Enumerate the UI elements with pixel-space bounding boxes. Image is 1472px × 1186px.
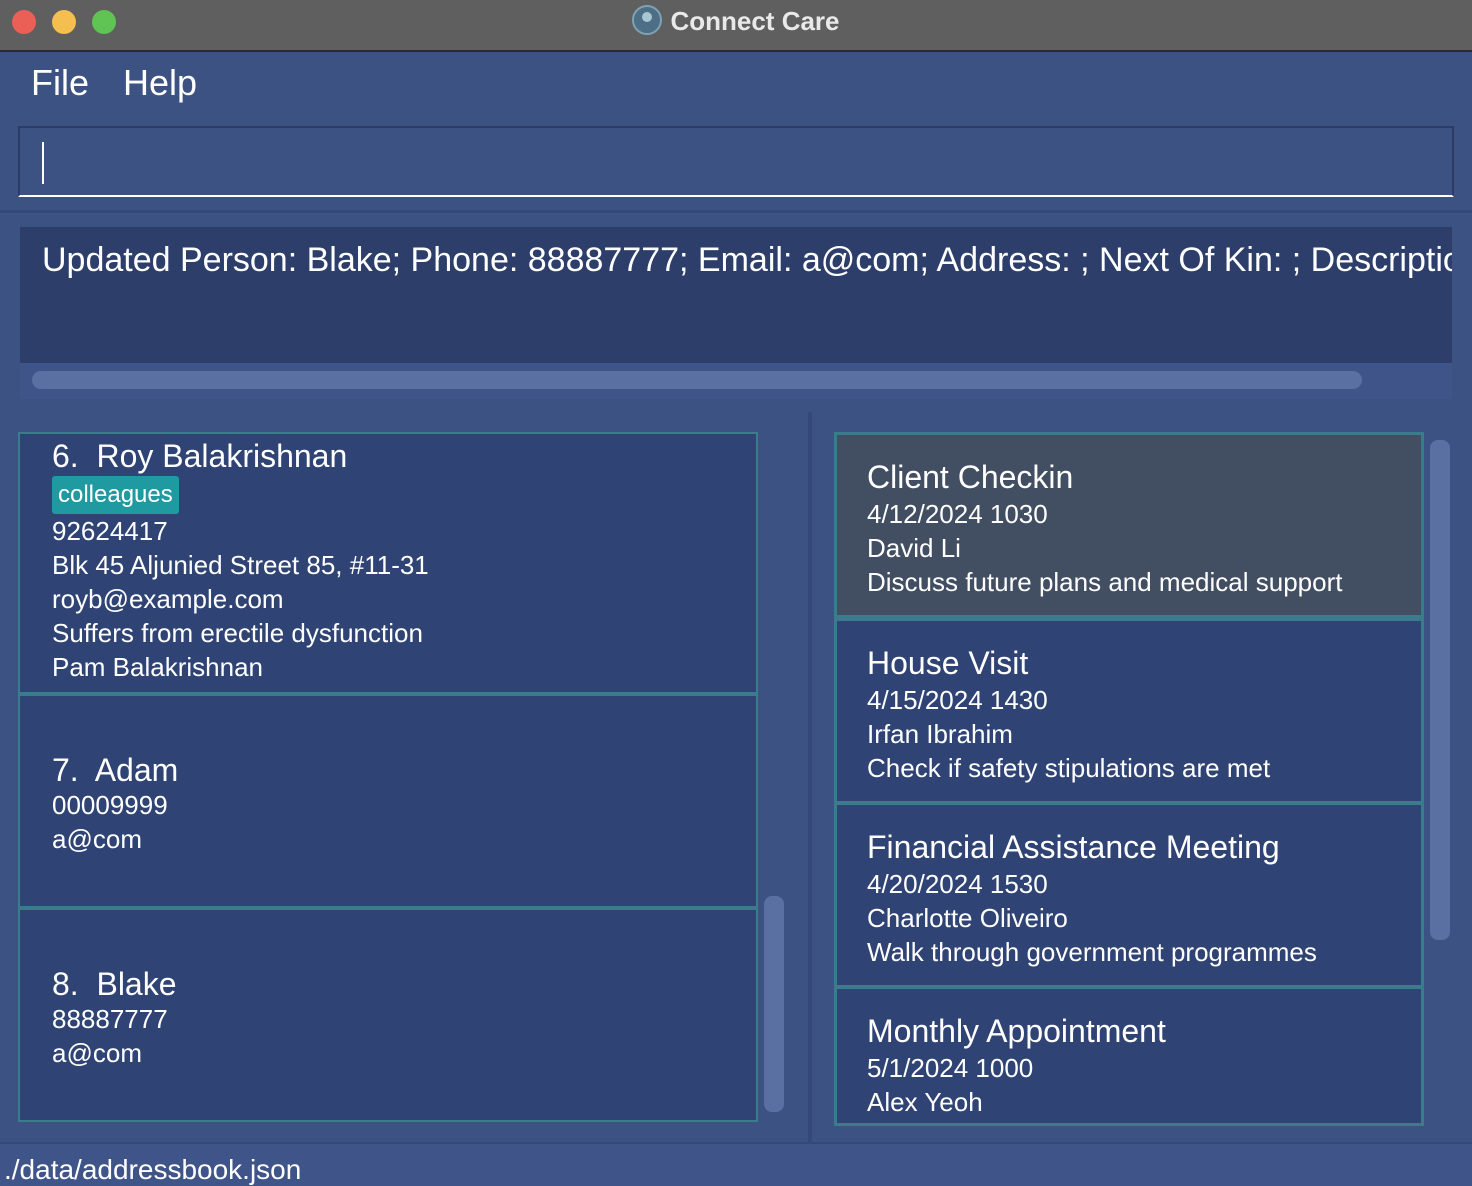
- menu-file[interactable]: File: [31, 62, 89, 104]
- person-next-of-kin: Pam Balakrishnan: [52, 652, 263, 682]
- person-card[interactable]: 7. Adam 00009999 a@com: [18, 694, 758, 908]
- appointment-person: Charlotte Oliveiro: [867, 903, 1068, 933]
- window-title-text: Connect Care: [670, 6, 840, 36]
- result-horizontal-scrollbar[interactable]: [20, 363, 1452, 399]
- result-scrollbar-thumb[interactable]: [32, 371, 1362, 389]
- person-description: Suffers from erectile dysfunction: [52, 618, 423, 648]
- appointment-card[interactable]: Client Checkin 4/12/2024 1030 David Li D…: [834, 432, 1424, 618]
- person-phone: 00009999: [52, 790, 168, 820]
- appointment-title: Monthly Appointment: [867, 1013, 1166, 1049]
- menu-bar: File Help: [0, 52, 1472, 114]
- appointment-description: Walk through government programmes: [867, 937, 1317, 967]
- person-phone: 92624417: [52, 516, 168, 546]
- person-name: 8. Blake: [52, 966, 177, 1003]
- person-name-text: Blake: [96, 966, 177, 1002]
- appointment-card[interactable]: Financial Assistance Meeting 4/20/2024 1…: [834, 802, 1424, 988]
- appointment-list-scrollbar[interactable]: [1430, 440, 1450, 940]
- person-index: 8.: [52, 966, 79, 1002]
- person-name-text: Roy Balakrishnan: [96, 438, 348, 474]
- appointment-person: Irfan Ibrahim: [867, 719, 1013, 749]
- appointment-person: David Li: [867, 533, 961, 563]
- person-card[interactable]: 6. Roy Balakrishnan colleagues 92624417 …: [18, 432, 758, 694]
- command-input[interactable]: [18, 126, 1454, 197]
- result-panel: Updated Person: Blake; Phone: 88887777; …: [0, 210, 1472, 411]
- appointment-title: Financial Assistance Meeting: [867, 829, 1280, 865]
- appointment-list-panel: Client Checkin 4/12/2024 1030 David Li D…: [812, 412, 1472, 1142]
- appointment-card[interactable]: House Visit 4/15/2024 1430 Irfan Ibrahim…: [834, 618, 1424, 804]
- person-email: a@com: [52, 1038, 142, 1068]
- person-name: 6. Roy Balakrishnan: [52, 438, 347, 475]
- result-text: Updated Person: Blake; Phone: 88887777; …: [42, 241, 1452, 279]
- result-display: Updated Person: Blake; Phone: 88887777; …: [20, 227, 1452, 363]
- status-bar: ./data/addressbook.json: [0, 1142, 1472, 1186]
- person-list-panel: 6. Roy Balakrishnan colleagues 92624417 …: [0, 412, 812, 1142]
- person-email: royb@example.com: [52, 584, 284, 614]
- person-address: Blk 45 Aljunied Street 85, #11-31: [52, 550, 429, 580]
- person-list-scrollbar[interactable]: [764, 896, 784, 1112]
- save-location: ./data/addressbook.json: [4, 1154, 302, 1185]
- window-titlebar: Connect Care: [0, 0, 1472, 52]
- window-title: Connect Care: [0, 5, 1472, 38]
- person-card[interactable]: 8. Blake 88887777 a@com: [18, 908, 758, 1122]
- person-name-text: Adam: [94, 752, 179, 788]
- appointment-card[interactable]: Monthly Appointment 5/1/2024 1000 Alex Y…: [834, 986, 1424, 1126]
- person-index: 7.: [52, 752, 79, 788]
- tag-badge: colleagues: [52, 476, 179, 514]
- person-phone: 88887777: [52, 1004, 168, 1034]
- appointment-datetime: 4/12/2024 1030: [867, 499, 1048, 529]
- app-logo-icon: [632, 5, 663, 36]
- appointment-description: Discuss future plans and medical support: [867, 567, 1343, 597]
- appointment-datetime: 5/1/2024 1000: [867, 1053, 1034, 1083]
- person-index: 6.: [52, 438, 79, 474]
- text-caret: [42, 142, 44, 184]
- appointment-title: Client Checkin: [867, 459, 1074, 495]
- person-name: 7. Adam: [52, 752, 178, 789]
- appointment-person: Alex Yeoh: [867, 1087, 983, 1117]
- person-email: a@com: [52, 824, 142, 854]
- menu-help[interactable]: Help: [123, 62, 197, 104]
- appointment-datetime: 4/15/2024 1430: [867, 685, 1048, 715]
- appointment-description: Check if safety stipulations are met: [867, 753, 1271, 783]
- appointment-datetime: 4/20/2024 1530: [867, 869, 1048, 899]
- appointment-title: House Visit: [867, 645, 1029, 681]
